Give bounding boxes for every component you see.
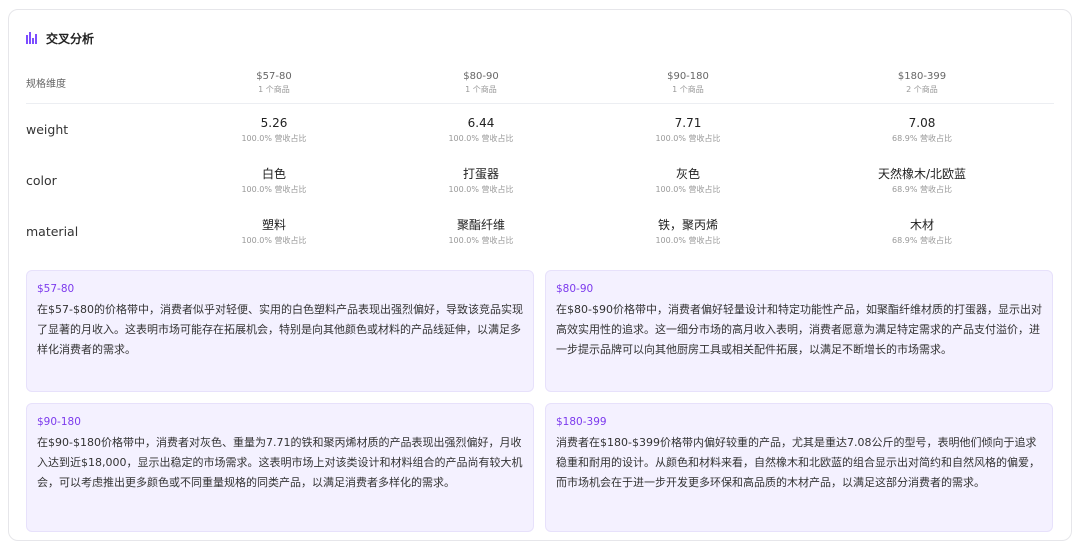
dimension-label: 规格维度 [26, 79, 66, 90]
table-cell: 7.71 100.0% 营收占比 [593, 104, 783, 155]
insight-text: 在$90-$180价格带中，消费者对灰色、重量为7.71的铁和聚丙烯材质的产品表… [37, 436, 523, 489]
price-range-column-header: $180-399 2 个商品 [827, 62, 1017, 103]
revenue-share: 100.0% 营收占比 [655, 133, 721, 143]
insight-card: $90-180 在$90-$180价格带中，消费者对灰色、重量为7.71的铁和聚… [26, 403, 534, 532]
price-range-column-header: $57-80 1 个商品 [179, 62, 369, 103]
price-range-label: $57-80 [256, 71, 292, 82]
cross-analysis-card: 交叉分析 规格维度 $57-80 1 个商品 $80-90 1 个商品 $90-… [8, 9, 1072, 541]
table-cell: 6.44 100.0% 营收占比 [386, 104, 576, 155]
table-cell: 灰色 100.0% 营收占比 [593, 155, 783, 206]
insight-price-range: $180-399 [556, 416, 607, 428]
product-count: 1 个商品 [465, 85, 497, 94]
cell-value: 塑料 [261, 217, 286, 232]
table-header-row: 规格维度 $57-80 1 个商品 $80-90 1 个商品 $90-180 1… [26, 62, 1054, 104]
revenue-share: 100.0% 营收占比 [241, 133, 307, 143]
table-cell: 7.08 68.9% 营收占比 [827, 104, 1017, 155]
insight-card: $80-90 在$80-$90价格带中，消费者偏好轻量设计和特定功能性产品，如聚… [545, 270, 1053, 392]
cell-value: 白色 [261, 166, 286, 181]
cell-value: 聚酯纤维 [456, 217, 505, 232]
row-label: weight [26, 122, 69, 137]
cell-value: 木材 [909, 217, 934, 232]
insight-text: 在$57-$80的价格带中，消费者似乎对轻便、实用的白色塑料产品表现出强烈偏好，… [37, 303, 523, 356]
insight-price-range: $80-90 [556, 283, 594, 295]
table-row-color: color 白色 100.0% 营收占比 打蛋器 100.0% 营收占比 灰色 … [26, 155, 1054, 206]
revenue-share: 100.0% 营收占比 [448, 133, 514, 143]
row-label: material [26, 224, 79, 239]
bar-chart-icon [26, 32, 38, 44]
card-title: 交叉分析 [46, 31, 95, 46]
price-range-column-header: $90-180 1 个商品 [593, 62, 783, 103]
revenue-share: 100.0% 营收占比 [241, 184, 307, 194]
cell-value: 灰色 [675, 166, 700, 181]
product-count: 1 个商品 [672, 85, 704, 94]
table-cell: 打蛋器 100.0% 营收占比 [386, 155, 576, 206]
cell-value: 5.26 [260, 115, 288, 130]
table-cell: 天然橡木/北欧蓝 68.9% 营收占比 [827, 155, 1017, 206]
table-cell: 5.26 100.0% 营收占比 [179, 104, 369, 155]
insight-price-range: $57-80 [37, 283, 75, 295]
table-cell: 白色 100.0% 营收占比 [179, 155, 369, 206]
row-label: color [26, 173, 57, 188]
revenue-share: 68.9% 营收占比 [892, 133, 952, 143]
revenue-share: 100.0% 营收占比 [655, 235, 721, 245]
revenue-share: 68.9% 营收占比 [892, 235, 952, 245]
cell-value: 7.08 [908, 115, 936, 130]
cell-value: 天然橡木/北欧蓝 [877, 166, 967, 181]
cell-value: 7.71 [674, 115, 702, 130]
price-range-label: $180-399 [897, 71, 947, 82]
revenue-share: 100.0% 营收占比 [448, 184, 514, 194]
price-range-column-header: $80-90 1 个商品 [386, 62, 576, 103]
table-cell: 木材 68.9% 营收占比 [827, 206, 1017, 257]
insight-card: $57-80 在$57-$80的价格带中，消费者似乎对轻便、实用的白色塑料产品表… [26, 270, 534, 392]
insight-text: 消费者在$180-$399价格带内偏好较重的产品，尤其是重达7.08公斤的型号，… [556, 436, 1040, 489]
card-header: 交叉分析 [26, 30, 94, 46]
table-row-weight: weight 5.26 100.0% 营收占比 6.44 100.0% 营收占比… [26, 104, 1054, 155]
revenue-share: 68.9% 营收占比 [892, 184, 952, 194]
price-range-label: $80-90 [463, 71, 499, 82]
table-cell: 聚酯纤维 100.0% 营收占比 [386, 206, 576, 257]
cell-value: 打蛋器 [462, 166, 499, 181]
insight-text: 在$80-$90价格带中，消费者偏好轻量设计和特定功能性产品，如聚酯纤维材质的打… [556, 303, 1042, 356]
table-cell: 塑料 100.0% 营收占比 [179, 206, 369, 257]
cell-value: 6.44 [467, 115, 495, 130]
revenue-share: 100.0% 营收占比 [448, 235, 514, 245]
revenue-share: 100.0% 营收占比 [241, 235, 307, 245]
insight-price-range: $90-180 [37, 416, 81, 428]
table-cell: 铁，聚丙烯 100.0% 营收占比 [593, 206, 783, 257]
cell-value: 铁，聚丙烯 [657, 217, 718, 232]
table-row-material: material 塑料 100.0% 营收占比 聚酯纤维 100.0% 营收占比… [26, 206, 1054, 257]
revenue-share: 100.0% 营收占比 [655, 184, 721, 194]
cross-analysis-table: 规格维度 $57-80 1 个商品 $80-90 1 个商品 $90-180 1… [26, 62, 1054, 257]
price-range-label: $90-180 [667, 71, 709, 82]
product-count: 1 个商品 [258, 85, 290, 94]
product-count: 2 个商品 [906, 85, 938, 94]
insight-card: $180-399 消费者在$180-$399价格带内偏好较重的产品，尤其是重达7… [545, 403, 1053, 532]
